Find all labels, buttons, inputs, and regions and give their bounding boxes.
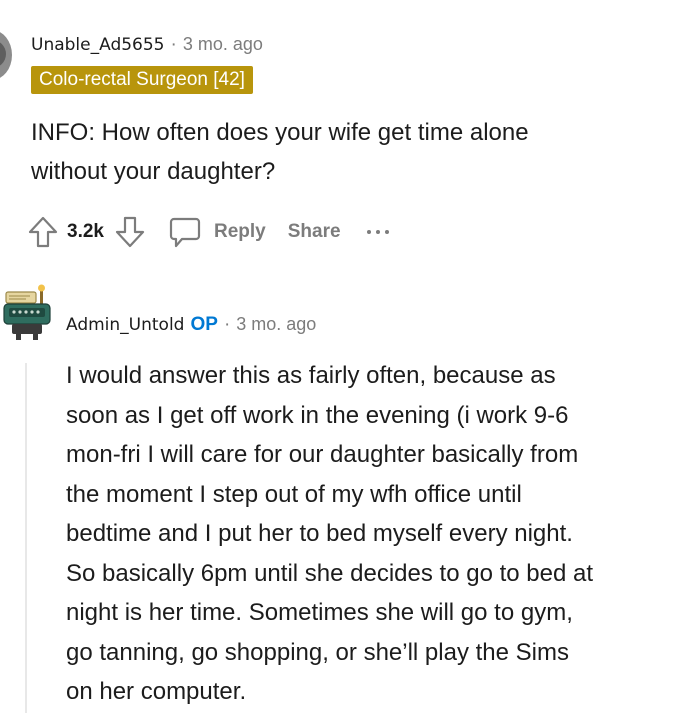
comment-meta: Admin_Untold OP · 3 mo. ago: [66, 311, 316, 338]
comment-body-line: night is her time. Sometimes she will go…: [66, 599, 573, 626]
ellipsis-icon[interactable]: [366, 222, 389, 242]
avatar[interactable]: [0, 30, 12, 80]
reply-button[interactable]: Reply: [168, 215, 266, 249]
comment-body-line: I would answer this as fairly often, bec…: [66, 362, 556, 389]
thread-line[interactable]: [25, 363, 27, 713]
share-button[interactable]: Share: [288, 221, 341, 243]
comment-actions: 3.2k Reply Share: [27, 210, 389, 254]
arrow-down-icon[interactable]: [114, 215, 146, 249]
reply-label: Reply: [213, 221, 266, 242]
comment-body-line: bedtime and I put her to bed myself ever…: [66, 520, 573, 547]
comment-body-line: the moment I step out of my wfh office u…: [66, 480, 522, 508]
user-flair: Colo-rectal Surgeon [42]: [31, 66, 253, 94]
vote-count: 3.2k: [67, 221, 104, 242]
comment-body-line: without your daughter?: [31, 158, 276, 185]
op-badge: OP: [190, 314, 218, 335]
comment-body-line: go tanning, go shopping, or she’ll play …: [66, 638, 569, 666]
timestamp[interactable]: 3 mo. ago: [236, 314, 316, 334]
comment-body-line: soon as I get off work in the evening (i…: [66, 401, 569, 429]
speech-bubble-icon: [168, 215, 202, 249]
comment: Unable_Ad5655 · 3 mo. ago Colo-rectal Surg…: [0, 0, 700, 265]
arrow-up-icon[interactable]: [27, 215, 59, 249]
comment-body-line: on her computer.: [66, 678, 247, 705]
comment-body-line: mon-fri I will care for our daughter bas…: [66, 441, 579, 468]
comment-body-line: So basically 6pm until she decides to go…: [66, 559, 593, 587]
comment-body: INFO: How often does your wife get time …: [31, 113, 671, 191]
comment-body-line: INFO: How often does your wife get time …: [31, 119, 529, 146]
username[interactable]: Admin_Untold: [66, 315, 184, 335]
meta-separator: ·: [170, 34, 177, 55]
comment-body: I would answer this as fairly often, bec…: [66, 356, 696, 712]
avatar[interactable]: [0, 280, 56, 344]
username[interactable]: Unable_Ad5655: [31, 35, 165, 55]
meta-separator: ·: [223, 314, 231, 335]
comment-meta: Unable_Ad5655 · 3 mo. ago: [31, 31, 263, 58]
comment: Admin_Untold OP · 3 mo. ago I would answer …: [0, 275, 700, 715]
timestamp[interactable]: 3 mo. ago: [183, 34, 263, 54]
